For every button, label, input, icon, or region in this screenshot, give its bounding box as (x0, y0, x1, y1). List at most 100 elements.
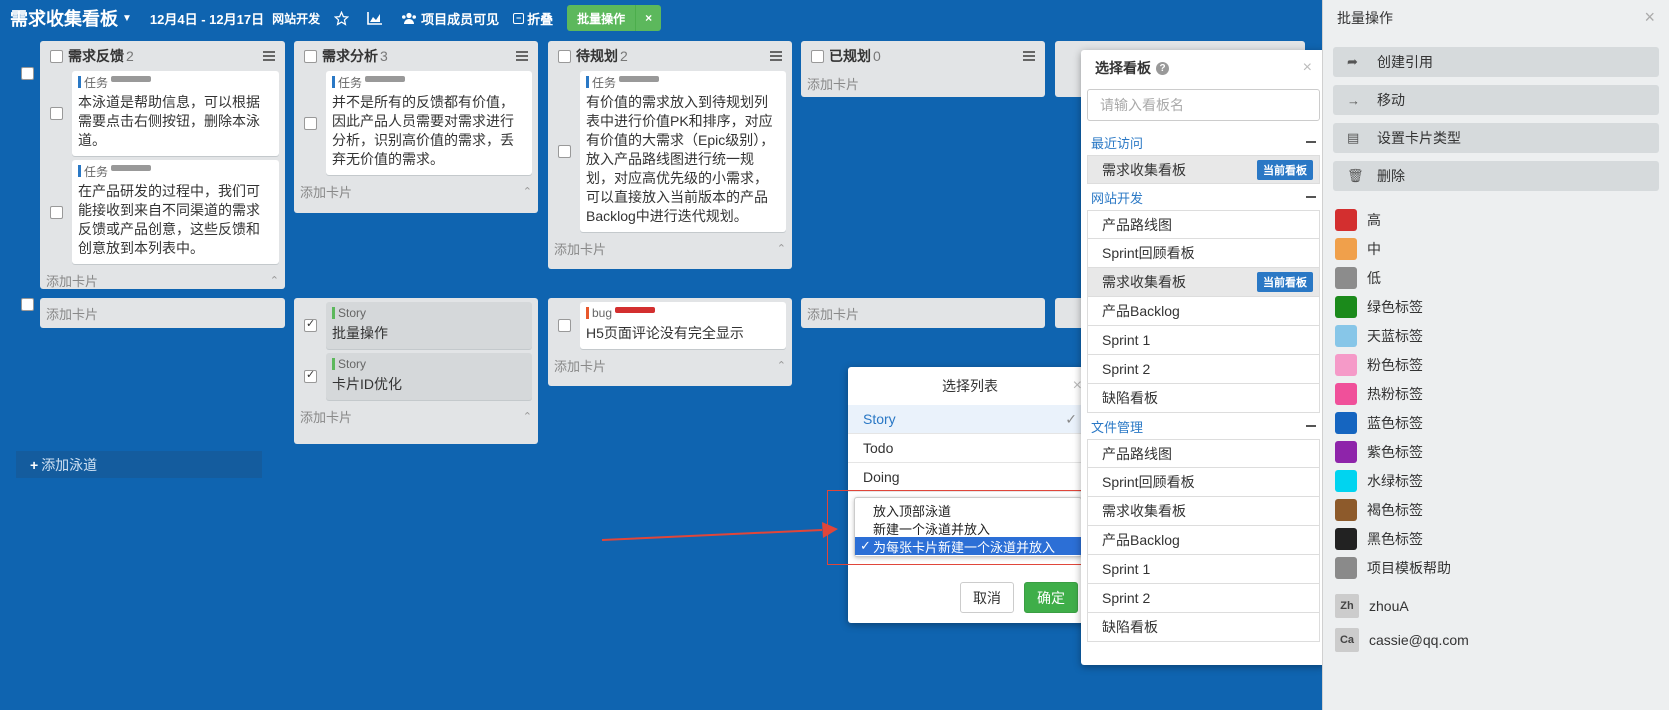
label-item[interactable]: 黑色标签 (1323, 524, 1669, 553)
card-checkbox[interactable] (50, 107, 63, 120)
card[interactable]: 任务 有价值的需求放入到待规划列表中进行价值PK和排序，对应有价值的大需求（Ep… (580, 71, 786, 232)
menu-icon[interactable] (1023, 51, 1035, 61)
group-website[interactable]: 网站开发 (1081, 184, 1326, 210)
board-item[interactable]: 产品路线图 (1087, 439, 1320, 468)
list-option-story[interactable]: Story ✓ (848, 405, 1092, 434)
board-item[interactable]: 需求收集看板 当前看板 (1087, 155, 1320, 184)
member-item[interactable]: Ca cassie@qq.com (1323, 624, 1669, 656)
label-item[interactable]: 热粉标签 (1323, 379, 1669, 408)
create-reference-button[interactable]: ➦ 创建引用 (1333, 47, 1659, 77)
delete-button[interactable]: 🗑 删除 (1333, 161, 1659, 191)
help-icon[interactable]: ? (1156, 61, 1169, 75)
label-item[interactable]: 中 (1323, 234, 1669, 263)
card-checkbox[interactable] (558, 145, 571, 158)
close-icon[interactable]: × (1303, 59, 1312, 77)
list-checkbox[interactable] (50, 49, 63, 63)
card-checkbox[interactable] (558, 319, 571, 332)
label-name: 黑色标签 (1367, 530, 1423, 547)
close-icon[interactable]: × (1644, 7, 1655, 28)
lane-1-checkbox[interactable] (21, 67, 34, 80)
list-checkbox[interactable] (811, 49, 824, 63)
add-card-button[interactable]: 添加卡片 ⌃ (40, 268, 285, 292)
project-name[interactable]: 网站开发 (272, 10, 320, 27)
collapse-up-icon[interactable]: ⌃ (777, 359, 786, 372)
add-card-button[interactable]: 添加卡片 ⌃ (294, 179, 538, 203)
board-item[interactable]: Sprint回顾看板 (1087, 239, 1320, 268)
menu-icon[interactable] (770, 51, 782, 61)
board-item[interactable]: 缺陷看板 (1087, 613, 1320, 642)
board-item[interactable]: Sprint 1 (1087, 555, 1320, 584)
batch-operation-toggle[interactable]: 批量操作 × (567, 5, 662, 31)
close-batch-button[interactable]: × (635, 5, 661, 31)
visibility-button[interactable]: 项目成员可见 (401, 9, 499, 28)
collapse-up-icon[interactable]: ⌃ (523, 185, 532, 198)
star-icon[interactable] (334, 10, 353, 26)
board-item[interactable]: 需求收集看板 (1087, 497, 1320, 526)
minus-icon[interactable] (1306, 196, 1316, 198)
list-checkbox[interactable] (558, 49, 571, 63)
minus-icon[interactable] (1306, 141, 1316, 143)
label-item[interactable]: 褐色标签 (1323, 495, 1669, 524)
list-checkbox[interactable] (304, 49, 317, 63)
card-checkbox-checked[interactable] (304, 317, 317, 332)
label-item[interactable]: 低 (1323, 263, 1669, 292)
menu-icon[interactable] (516, 51, 528, 61)
board-item[interactable]: 产品Backlog (1087, 297, 1320, 326)
label-item[interactable]: 水绿标签 (1323, 466, 1669, 495)
add-card-button[interactable]: 添加卡片 (40, 298, 285, 328)
group-file-management[interactable]: 文件管理 (1081, 413, 1326, 439)
board-item[interactable]: Sprint 2 (1087, 355, 1320, 384)
member-item[interactable]: Zh zhouA (1323, 590, 1669, 622)
card-checkbox-checked[interactable] (304, 368, 317, 383)
add-lane-button[interactable]: + 添加泳道 (16, 451, 262, 478)
card-type: Story (332, 306, 526, 320)
lane-2-checkbox[interactable] (21, 298, 34, 311)
card[interactable]: Story 批量操作 (326, 302, 532, 349)
add-card-button[interactable]: 添加卡片 (801, 298, 1045, 328)
board-item[interactable]: Sprint 1 (1087, 326, 1320, 355)
date-range[interactable]: 12月4日 - 12月17日 (150, 9, 264, 28)
label-item[interactable]: 项目模板帮助 (1323, 553, 1669, 582)
collapse-up-icon[interactable]: ⌃ (523, 410, 532, 423)
label-item[interactable]: 绿色标签 (1323, 292, 1669, 321)
board-item[interactable]: Sprint 2 (1087, 584, 1320, 613)
label-item[interactable]: 高 (1323, 205, 1669, 234)
card[interactable]: Story 卡片ID优化 (326, 353, 532, 400)
confirm-button[interactable]: 确定 (1024, 582, 1078, 613)
label-item[interactable]: 紫色标签 (1323, 437, 1669, 466)
card[interactable]: 任务 并不是所有的反馈都有价值，因此产品人员需要对需求进行分析，识别高价值的需求… (326, 71, 532, 175)
list-option-doing[interactable]: Doing (848, 463, 1092, 492)
card-checkbox[interactable] (304, 116, 317, 130)
card[interactable]: 任务 在产品研发的过程中，我们可能接收到来自不同渠道的需求反馈或产品创意，这些反… (72, 160, 279, 264)
group-recent[interactable]: 最近访问 (1081, 129, 1326, 155)
board-item[interactable]: Sprint回顾看板 (1087, 468, 1320, 497)
collapse-up-icon[interactable]: ⌃ (777, 242, 786, 255)
move-button[interactable]: → 移动 (1333, 85, 1659, 115)
collapse-up-icon[interactable]: ⌃ (270, 274, 279, 287)
add-card-button[interactable]: 添加卡片 ⌃ (548, 236, 792, 260)
collapse-button[interactable]: − 折叠 (513, 9, 553, 28)
board-item[interactable]: 需求收集看板 当前看板 (1087, 268, 1320, 297)
add-card-button[interactable]: 添加卡片 (801, 71, 1045, 95)
board-name: 产品Backlog (1102, 532, 1180, 548)
label-item[interactable]: 天蓝标签 (1323, 321, 1669, 350)
card-type-label: 任务 (84, 164, 109, 179)
board-search-input[interactable]: 请输入看板名 (1087, 89, 1320, 121)
board-title-dropdown[interactable]: 需求收集看板 ▼ (10, 5, 132, 31)
list-option-todo[interactable]: Todo (848, 434, 1092, 463)
label-item[interactable]: 粉色标签 (1323, 350, 1669, 379)
add-card-button[interactable]: 添加卡片 ⌃ (548, 353, 792, 377)
card-checkbox[interactable] (50, 205, 63, 219)
label-item[interactable]: 蓝色标签 (1323, 408, 1669, 437)
chart-icon[interactable] (367, 11, 387, 25)
board-item[interactable]: 缺陷看板 (1087, 384, 1320, 413)
set-card-type-button[interactable]: ▤ 设置卡片类型 (1333, 123, 1659, 153)
card[interactable]: 任务 本泳道是帮助信息，可以根据需要点击右侧按钮，删除本泳道。 (72, 71, 279, 156)
cancel-button[interactable]: 取消 (960, 582, 1014, 613)
board-item[interactable]: 产品Backlog (1087, 526, 1320, 555)
add-card-button[interactable]: 添加卡片 ⌃ (294, 404, 538, 428)
menu-icon[interactable] (263, 51, 275, 61)
board-item[interactable]: 产品路线图 (1087, 210, 1320, 239)
card[interactable]: bug H5页面评论没有完全显示 (580, 302, 786, 349)
minus-icon[interactable] (1306, 425, 1316, 427)
